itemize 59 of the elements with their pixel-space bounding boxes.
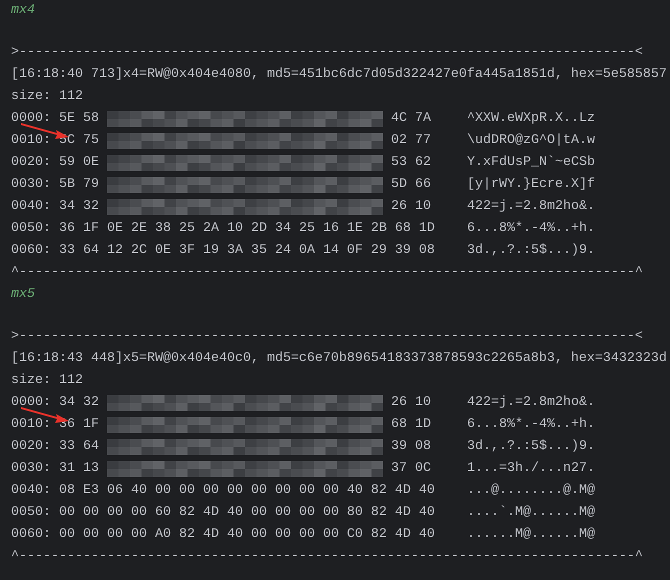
- size-text: size: 112: [11, 88, 83, 106]
- hex-bytes: 34 32: [59, 198, 99, 216]
- offset-text: 0010:: [11, 132, 51, 150]
- hex-bytes: 26 10: [391, 394, 431, 412]
- section-label: mx4: [11, 2, 35, 20]
- hex-bytes: 5B 79: [59, 176, 99, 194]
- hex-bytes: 33 64 12 2C 0E 3F 19 3A 35 24 0A 14 0F 29 39 08: [59, 242, 435, 260]
- separator-line: >-----------------------------------------------------------------------------<: [11, 44, 643, 62]
- log-header: [16:18:40 713]x4=RW@0x404e4080, md5=451bc6dc7d05d322427e0fa445a1851d, hex=5e585857: [11, 66, 667, 84]
- ascii-text: ......M@......M@: [467, 526, 595, 544]
- hex-bytes: 5D 66: [391, 176, 431, 194]
- hex-bytes: 00 00 00 00 A0 82 4D 40 00 00 00 00 C0 82 4D 40: [59, 526, 435, 544]
- separator-line: ^-----------------------------------------------------------------------------^: [11, 548, 643, 566]
- hex-bytes: 68 1D: [391, 416, 431, 434]
- ascii-text: 6...8%*.-4%..+h.: [467, 416, 595, 434]
- hex-bytes: 53 62: [391, 154, 431, 172]
- offset-text: 0000:: [11, 394, 51, 412]
- log-header: [16:18:43 448]x5=RW@0x404e40c0, md5=c6e70b89654183373878593c2265a8b3, hex=3432323d: [11, 350, 667, 368]
- hex-bytes: 33 64: [59, 438, 99, 456]
- ascii-text: \udDRO@zG^O|tA.w: [467, 132, 595, 150]
- hex-bytes: 02 77: [391, 132, 431, 150]
- hex-bytes: 26 10: [391, 198, 431, 216]
- ascii-text: 1...=3h./...n27.: [467, 460, 595, 478]
- offset-text: 0040:: [11, 482, 51, 500]
- offset-text: 0040:: [11, 198, 51, 216]
- offset-text: 0020:: [11, 438, 51, 456]
- hex-bytes: 37 0C: [391, 460, 431, 478]
- offset-text: 0030:: [11, 176, 51, 194]
- ascii-text: 3d.,.?.:5$...)9.: [467, 438, 595, 456]
- ascii-text: 422=j.=2.8m2ho&.: [467, 198, 595, 216]
- hex-bytes: 34 32: [59, 394, 99, 412]
- hex-bytes: 39 08: [391, 438, 431, 456]
- hex-bytes: 36 1F 0E 2E 38 25 2A 10 2D 34 25 16 1E 2B 68 1D: [59, 220, 435, 238]
- hex-bytes: 31 13: [59, 460, 99, 478]
- hex-bytes: 4C 7A: [391, 110, 431, 128]
- hex-bytes: 5E 58: [59, 110, 99, 128]
- section-label: mx5: [11, 286, 35, 304]
- offset-text: 0010:: [11, 416, 51, 434]
- hex-bytes: 00 00 00 00 60 82 4D 40 00 00 00 00 80 82 4D 40: [59, 504, 435, 522]
- hex-bytes: 08 E3 06 40 00 00 00 00 00 00 00 00 40 82 4D 40: [59, 482, 435, 500]
- ascii-text: [y|rWY.}Ecre.X]f: [467, 176, 595, 194]
- offset-text: 0050:: [11, 504, 51, 522]
- ascii-text: 6...8%*.-4%..+h.: [467, 220, 595, 238]
- offset-text: 0020:: [11, 154, 51, 172]
- hex-bytes: 59 0E: [59, 154, 99, 172]
- separator-line: >-----------------------------------------------------------------------------<: [11, 328, 643, 346]
- offset-text: 0060:: [11, 242, 51, 260]
- ascii-text: ...@........@.M@: [467, 482, 595, 500]
- ascii-text: 422=j.=2.8m2ho&.: [467, 394, 595, 412]
- size-text: size: 112: [11, 372, 83, 390]
- ascii-text: ....`.M@......M@: [467, 504, 595, 522]
- ascii-text: Y.xFdUsP_N`~eCSb: [467, 154, 595, 172]
- offset-text: 0030:: [11, 460, 51, 478]
- separator-line: ^-----------------------------------------------------------------------------^: [11, 264, 643, 282]
- ascii-text: ^XXW.eWXpR.X..Lz: [467, 110, 595, 128]
- ascii-text: 3d.,.?.:5$...)9.: [467, 242, 595, 260]
- offset-text: 0050:: [11, 220, 51, 238]
- offset-text: 0060:: [11, 526, 51, 544]
- offset-text: 0000:: [11, 110, 51, 128]
